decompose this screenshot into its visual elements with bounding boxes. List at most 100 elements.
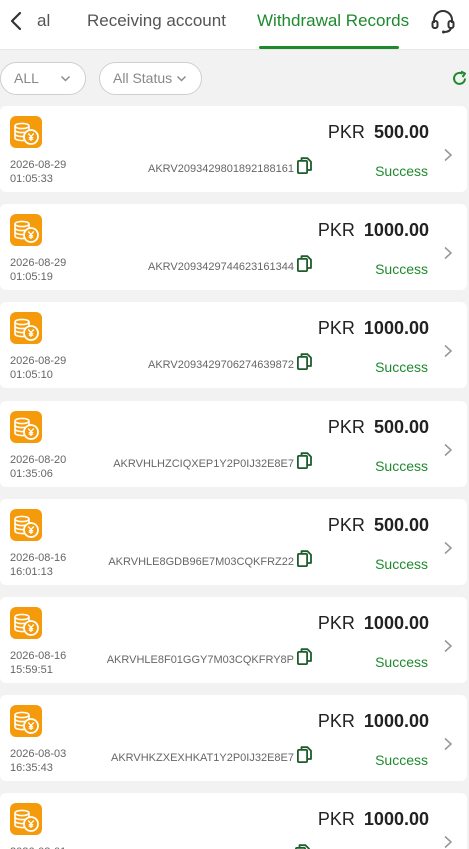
status-label: Success xyxy=(375,261,428,277)
order-id: AKRV2093429706274639872 xyxy=(148,359,294,371)
type-filter-value: ALL xyxy=(14,70,39,86)
copy-icon[interactable] xyxy=(297,648,312,665)
amount-display: PKR 1000.00 xyxy=(318,318,429,339)
withdrawal-record-card[interactable]: PKR 1000.00 2026-08-03 16:35:43 AKRVHKZXE… xyxy=(0,695,467,781)
coin-stack-icon xyxy=(10,411,42,443)
currency-code: PKR xyxy=(317,318,355,338)
order-id: AKRVHLHZCIQXEP1Y2P0IJ32E8E7 xyxy=(113,458,294,470)
status-filter-dropdown[interactable]: All Status xyxy=(99,62,202,95)
currency-code: PKR xyxy=(327,515,365,535)
withdrawal-record-card[interactable]: PKR 1000.00 2026-08-16 15:59:51 AKRVHLE8F… xyxy=(0,597,467,683)
chevron-down-icon xyxy=(61,76,70,82)
record-time: 01:05:33 xyxy=(10,173,53,185)
amount-display: PKR 1000.00 xyxy=(318,809,429,830)
chevron-right-icon[interactable] xyxy=(443,639,453,653)
record-datetime: 2026-08-29 01:05:33 xyxy=(10,158,66,186)
copy-icon[interactable] xyxy=(295,844,310,849)
record-datetime: 2026-08-29 01:05:10 xyxy=(10,354,66,382)
headset-icon[interactable] xyxy=(430,8,456,34)
back-arrow-icon[interactable] xyxy=(6,10,28,32)
refresh-icon[interactable] xyxy=(451,70,468,87)
coin-stack-icon xyxy=(10,116,42,148)
filter-bar: ALL All Status xyxy=(0,51,469,105)
withdrawal-record-card[interactable]: PKR 500.00 2026-08-29 01:05:33 AKRV209342… xyxy=(0,106,467,192)
amount-display: PKR 500.00 xyxy=(328,515,429,536)
withdrawal-record-card[interactable]: PKR 500.00 2026-08-16 16:01:13 AKRVHLE8GD… xyxy=(0,499,467,585)
currency-code: PKR xyxy=(327,122,365,142)
chevron-right-icon[interactable] xyxy=(443,737,453,751)
copy-icon[interactable] xyxy=(297,452,312,469)
order-id: AKRV2093429801892188161 xyxy=(148,163,294,175)
amount-value: 1000.00 xyxy=(363,318,429,338)
copy-icon[interactable] xyxy=(297,353,312,370)
currency-code: PKR xyxy=(317,809,355,829)
active-tab-indicator xyxy=(259,46,399,49)
amount-value: 1000.00 xyxy=(363,613,429,633)
currency-code: PKR xyxy=(317,220,355,240)
tab-receiving-account[interactable]: Receiving account xyxy=(87,11,226,31)
amount-value: 500.00 xyxy=(373,122,429,142)
amount-display: PKR 1000.00 xyxy=(318,220,429,241)
withdrawal-record-card[interactable]: PKR 1000.00 2026-08-29 01:05:10 AKRV20934… xyxy=(0,302,467,388)
record-date: 2026-08-29 xyxy=(10,159,67,171)
amount-value: 1000.00 xyxy=(363,711,429,731)
coin-stack-icon xyxy=(10,312,42,344)
record-time: 01:05:19 xyxy=(10,271,53,283)
record-time: 16:35:43 xyxy=(10,762,53,774)
status-label: Success xyxy=(375,654,428,670)
status-label: Success xyxy=(375,556,428,572)
chevron-right-icon[interactable] xyxy=(443,148,453,162)
chevron-right-icon[interactable] xyxy=(443,246,453,260)
status-filter-value: All Status xyxy=(113,70,173,86)
amount-display: PKR 500.00 xyxy=(328,417,429,438)
status-label: Success xyxy=(375,163,428,179)
order-id: AKRVHLE8F01GGY7M03CQKFRY8P xyxy=(106,654,294,666)
record-datetime: 2026-08-20 01:35:06 xyxy=(10,453,66,481)
record-time: 01:35:06 xyxy=(10,468,53,480)
status-label: Success xyxy=(375,752,428,768)
withdrawal-record-card[interactable]: PKR 1000.00 2026-08-01 xyxy=(0,793,467,849)
tab-withdrawal-records[interactable]: Withdrawal Records xyxy=(257,11,409,31)
coin-stack-icon xyxy=(10,705,42,737)
record-datetime: 2026-08-29 01:05:19 xyxy=(10,256,66,284)
record-date: 2026-08-20 xyxy=(10,454,67,466)
copy-icon[interactable] xyxy=(297,255,312,272)
copy-icon[interactable] xyxy=(297,550,312,567)
amount-value: 1000.00 xyxy=(363,220,429,240)
currency-code: PKR xyxy=(317,711,355,731)
order-id: AKRVHKZXEXHKAT1Y2P0IJ32E8E7 xyxy=(110,752,294,764)
coin-stack-icon xyxy=(10,607,42,639)
type-filter-dropdown[interactable]: ALL xyxy=(0,62,86,95)
record-date: 2026-08-01 xyxy=(10,845,66,849)
order-id: AKRVHLE8GDB96E7M03CQKFRZ22 xyxy=(108,556,294,568)
chevron-right-icon[interactable] xyxy=(443,541,453,555)
chevron-right-icon[interactable] xyxy=(443,835,453,849)
currency-code: PKR xyxy=(317,613,355,633)
record-date: 2026-08-16 xyxy=(10,552,67,564)
record-datetime: 2026-08-03 16:35:43 xyxy=(10,747,66,775)
withdrawal-record-card[interactable]: PKR 1000.00 2026-08-29 01:05:19 AKRV20934… xyxy=(0,204,467,290)
record-time: 15:59:51 xyxy=(10,664,53,676)
copy-icon[interactable] xyxy=(297,157,312,174)
copy-icon[interactable] xyxy=(297,746,312,763)
currency-code: PKR xyxy=(327,417,365,437)
record-date: 2026-08-29 xyxy=(10,257,67,269)
tab-partial[interactable]: al xyxy=(37,11,50,31)
coin-stack-icon xyxy=(10,509,42,541)
record-date: 2026-08-16 xyxy=(10,650,67,662)
coin-stack-icon xyxy=(10,803,42,835)
amount-value: 1000.00 xyxy=(363,809,429,829)
chevron-right-icon[interactable] xyxy=(443,443,453,457)
record-date: 2026-08-03 xyxy=(10,748,67,760)
record-date: 2026-08-29 xyxy=(10,355,67,367)
chevron-right-icon[interactable] xyxy=(443,344,453,358)
top-navigation-bar: al Receiving account Withdrawal Records xyxy=(0,0,469,50)
record-datetime: 2026-08-16 15:59:51 xyxy=(10,649,66,677)
withdrawal-record-card[interactable]: PKR 500.00 2026-08-20 01:35:06 AKRVHLHZCI… xyxy=(0,401,467,487)
chevron-down-icon xyxy=(177,76,186,82)
order-id: AKRV2093429744623161344 xyxy=(148,261,294,273)
status-label: Success xyxy=(375,458,428,474)
amount-display: PKR 500.00 xyxy=(328,122,429,143)
amount-display: PKR 1000.00 xyxy=(318,711,429,732)
record-time: 16:01:13 xyxy=(10,566,53,578)
